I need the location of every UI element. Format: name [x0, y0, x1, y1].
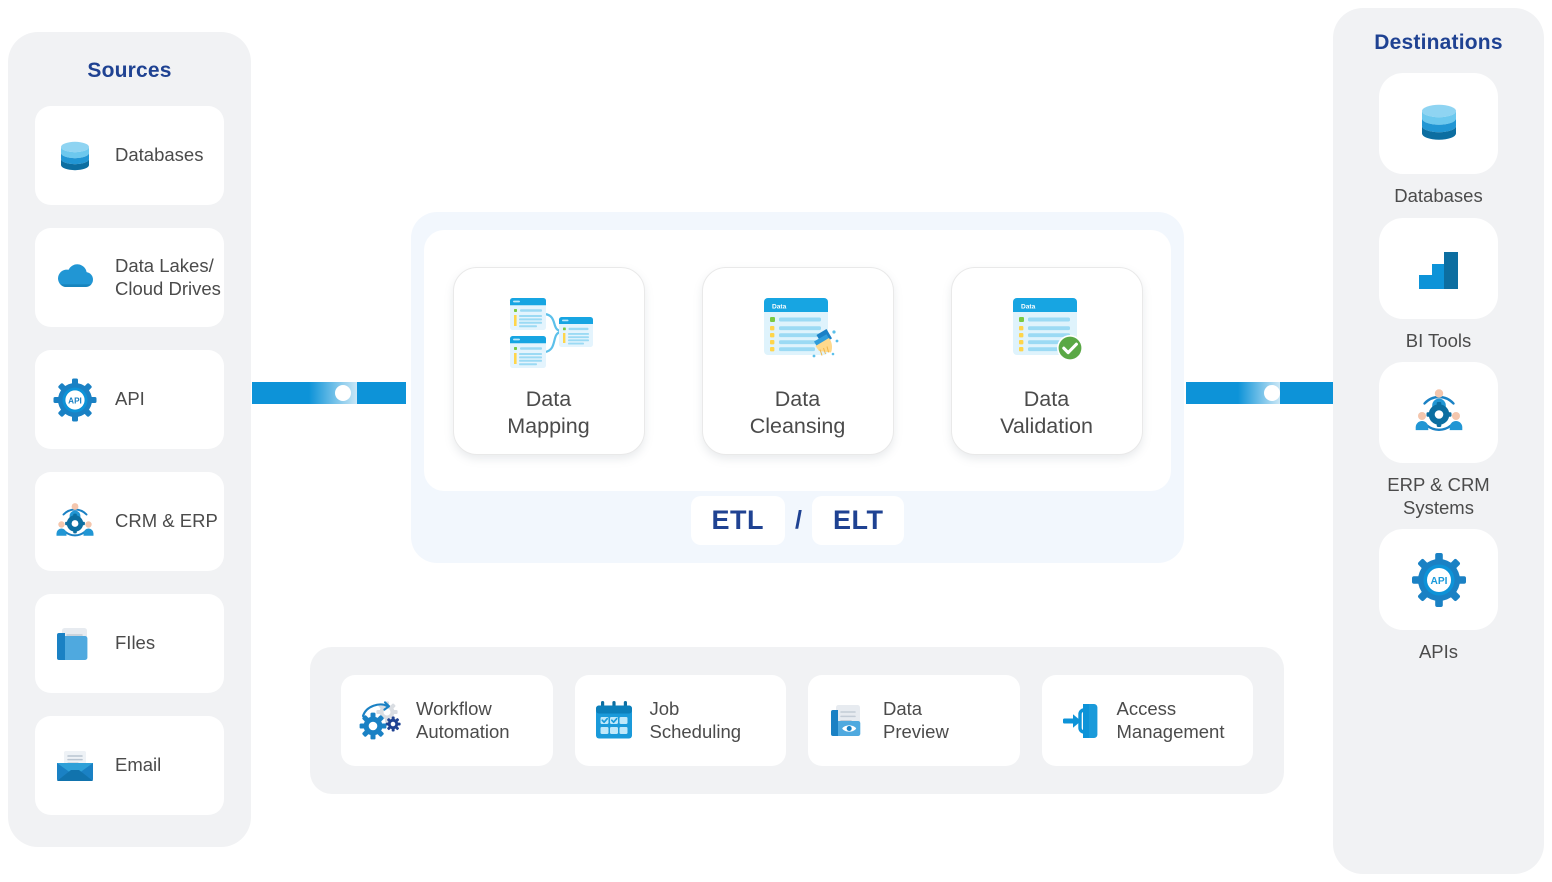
- window-title: Data: [772, 303, 787, 310]
- stage-card-data-cleansing[interactable]: Data Data Cleansing: [701, 266, 894, 455]
- destinations-title: Destinations: [1374, 31, 1503, 54]
- email-icon: [52, 743, 98, 789]
- database-icon: [52, 133, 98, 179]
- destination-item-bi-tools[interactable]: BI Tools: [1379, 217, 1498, 353]
- stage-label: Data Validation: [1000, 386, 1093, 438]
- data-mapping-icon: [501, 286, 597, 376]
- flow-dot: [1264, 385, 1280, 401]
- source-item-files[interactable]: FIles: [35, 594, 224, 693]
- database-icon: [1410, 95, 1468, 153]
- diagram-canvas: Sources Databases Data Lakes/ Cloud Driv…: [0, 0, 1552, 882]
- source-item-crm-erp[interactable]: CRM & ERP: [35, 472, 224, 571]
- destination-label: BI Tools: [1405, 329, 1472, 351]
- source-item-api[interactable]: API API: [35, 350, 224, 449]
- destination-label: APIs: [1418, 641, 1459, 663]
- destination-tile[interactable]: API: [1379, 529, 1498, 631]
- feature-card-job-scheduling[interactable]: Job Scheduling: [574, 675, 786, 766]
- sources-title: Sources: [87, 59, 172, 82]
- source-item-email[interactable]: Email: [35, 716, 224, 815]
- source-item-data-lakes[interactable]: Data Lakes/ Cloud Drives: [35, 228, 224, 327]
- destination-item-apis[interactable]: API APIs: [1379, 529, 1498, 664]
- feature-label: Job Scheduling: [649, 697, 742, 742]
- source-item-databases[interactable]: Databases: [35, 106, 224, 205]
- destination-item-databases[interactable]: Databases: [1379, 73, 1498, 208]
- svg-text:API: API: [1430, 576, 1447, 587]
- api-gear-icon: API: [1410, 551, 1468, 609]
- document-eye-icon: [825, 699, 869, 743]
- feature-label: Access Management: [1116, 697, 1225, 742]
- feature-card-data-preview[interactable]: Data Preview: [808, 675, 1020, 766]
- elt-badge[interactable]: ELT: [811, 496, 905, 545]
- svg-text:Data: Data: [1021, 303, 1036, 310]
- source-item-label: API: [115, 388, 145, 410]
- feature-card-workflow-automation[interactable]: Workflow Automation: [341, 675, 553, 766]
- bar-chart-icon: [1410, 239, 1468, 297]
- source-item-label: Databases: [115, 144, 204, 166]
- api-gear-icon: API: [52, 377, 98, 423]
- destination-tile[interactable]: [1379, 73, 1498, 174]
- connector-sources-to-pipeline: [252, 382, 406, 404]
- sources-panel: Sources Databases Data Lakes/ Cloud Driv…: [8, 32, 251, 847]
- people-network-icon: [52, 499, 98, 545]
- destinations-panel: Destinations Databases BI Tools ERP & CR…: [1333, 8, 1544, 874]
- source-item-label: FIles: [115, 632, 156, 654]
- stage-card-data-validation[interactable]: Data Data Validation: [950, 266, 1143, 455]
- source-item-label: Email: [115, 754, 162, 776]
- etl-badge[interactable]: ETL: [690, 496, 786, 545]
- check-badge: [1056, 334, 1083, 361]
- etl-elt-row: ETL / ELT: [411, 496, 1184, 545]
- data-validation-icon: Data: [999, 286, 1095, 376]
- feature-label: Workflow Automation: [416, 697, 510, 742]
- sources-list: Databases Data Lakes/ Cloud Drives API A…: [8, 106, 251, 815]
- login-door-icon: [1059, 699, 1103, 743]
- feature-label: Data Preview: [883, 697, 949, 742]
- features-panel: Workflow Automation Job Scheduling Data …: [310, 647, 1284, 794]
- stage-label: Data Cleansing: [749, 386, 846, 438]
- stage-card-data-mapping[interactable]: Data Mapping: [452, 266, 645, 455]
- destination-label: Databases: [1394, 185, 1483, 206]
- destination-tile[interactable]: [1379, 362, 1498, 464]
- flow-dot: [335, 385, 351, 401]
- source-item-label: CRM & ERP: [115, 510, 218, 532]
- feature-card-access-management[interactable]: Access Management: [1041, 675, 1253, 766]
- pipeline-panel: Data Mapping Data Data Cleansing Data Da…: [411, 212, 1184, 563]
- source-item-label: Data Lakes/ Cloud Drives: [115, 254, 221, 299]
- calendar-icon: [592, 699, 636, 743]
- data-cleansing-icon: Data: [750, 286, 846, 376]
- destination-tile[interactable]: [1379, 217, 1498, 319]
- destinations-list: Databases BI Tools ERP & CRM Systems API…: [1333, 73, 1544, 674]
- pipeline-stages: Data Mapping Data Data Cleansing Data Da…: [424, 230, 1171, 491]
- gears-icon: [358, 699, 402, 743]
- files-icon: [52, 621, 98, 667]
- destination-label: ERP & CRM Systems: [1387, 474, 1490, 518]
- etl-elt-separator: /: [795, 506, 802, 534]
- connector-pipeline-to-destinations: [1186, 382, 1335, 404]
- svg-text:API: API: [68, 396, 82, 405]
- stage-label: Data Mapping: [507, 386, 590, 438]
- destination-item-erp-crm[interactable]: ERP & CRM Systems: [1379, 362, 1498, 519]
- people-network-icon: [1410, 384, 1468, 442]
- cloud-icon: [52, 255, 98, 301]
